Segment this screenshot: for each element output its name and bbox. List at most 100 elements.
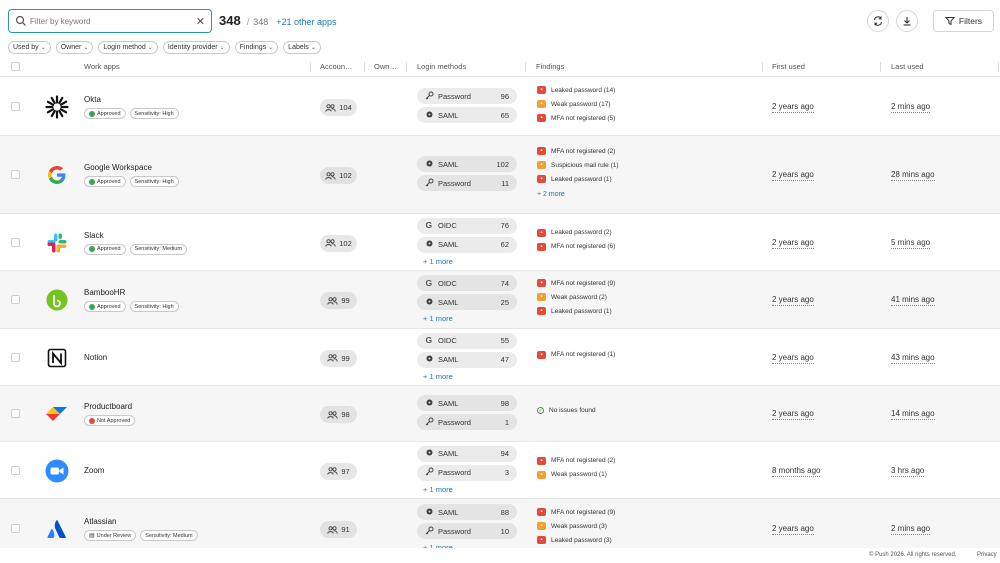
login-method-pill[interactable]: SAML 102 — [417, 156, 517, 172]
finding-item[interactable]: ▪ MFA not registered (2) — [537, 147, 615, 155]
login-method-pill[interactable]: SAML 88 — [417, 504, 517, 520]
search-input[interactable] — [30, 16, 196, 26]
app-name[interactable]: Okta — [84, 95, 101, 104]
chip-owner[interactable]: Owner ⌄ — [55, 41, 94, 54]
login-method-pill[interactable]: G OIDC 74 — [417, 275, 517, 291]
column-divider[interactable] — [762, 62, 763, 72]
select-all-checkbox[interactable] — [11, 62, 20, 71]
login-method-count: 74 — [500, 278, 509, 288]
accounts-pill[interactable]: 99 — [320, 292, 357, 309]
chip-used-by[interactable]: Used by ⌄ — [8, 41, 51, 54]
table-row[interactable]: Zoom 97 SAML 94 Password 3 + 1 more ▪ MFA n… — [0, 442, 1000, 499]
finding-item[interactable]: ✓ No issues found — [537, 407, 596, 414]
finding-item[interactable]: ▪ Leaked password (14) — [537, 86, 615, 94]
accounts-pill[interactable]: 102 — [320, 234, 357, 252]
search-box[interactable]: ✕ — [8, 9, 212, 33]
table-row[interactable]: Productboard Not Approved 98 SAML 98 Pass… — [0, 386, 1000, 442]
app-name[interactable]: Atlassian — [84, 517, 116, 526]
login-method-pill[interactable]: Password 1 — [417, 414, 517, 430]
finding-item[interactable]: ▪ Leaked password (1) — [537, 307, 612, 315]
finding-item[interactable]: ▪ Leaked password (1) — [537, 175, 612, 183]
table-row[interactable]: Slack Approved Sensitivity: Medium 102 G O… — [0, 214, 1000, 271]
login-method-pill[interactable]: Password 96 — [417, 88, 517, 104]
col-login-methods[interactable]: Login methods — [417, 62, 466, 71]
download-button[interactable] — [896, 10, 918, 32]
col-first-used[interactable]: First used — [772, 62, 805, 71]
row-checkbox[interactable] — [11, 170, 20, 179]
table-row[interactable]: Google Workspace Approved Sensitivity: Hig… — [0, 136, 1000, 214]
finding-item[interactable]: ▪ Weak password (2) — [537, 293, 607, 301]
table-row[interactable]: Okta Approved Sensitivity: High 104 Passwo… — [0, 78, 1000, 136]
column-divider[interactable] — [364, 62, 365, 72]
more-login-methods-link[interactable]: + 1 more — [423, 257, 453, 266]
column-divider[interactable] — [998, 62, 999, 72]
login-method-pill[interactable]: Password 11 — [417, 175, 517, 191]
finding-item[interactable]: ▪ MFA not registered (5) — [537, 114, 615, 122]
col-findings[interactable]: Findings — [536, 62, 564, 71]
chip-login-method[interactable]: Login method ⌄ — [98, 41, 158, 54]
finding-item[interactable]: ▪ Leaked password (2) — [537, 228, 612, 237]
login-method-pill[interactable]: SAML 65 — [417, 107, 517, 123]
login-method-pill[interactable]: SAML 94 — [417, 445, 517, 462]
app-name[interactable]: Productboard — [84, 402, 132, 411]
accounts-pill[interactable]: 102 — [320, 167, 357, 184]
row-checkbox[interactable] — [11, 409, 20, 418]
column-divider[interactable] — [880, 62, 881, 72]
app-name[interactable]: Notion — [84, 353, 107, 362]
col-last-used[interactable]: Last used — [891, 62, 924, 71]
login-method-pill[interactable]: G OIDC 55 — [417, 332, 517, 349]
row-checkbox[interactable] — [11, 352, 20, 362]
column-divider[interactable] — [525, 62, 526, 72]
finding-item[interactable]: ▪ MFA not registered (9) — [537, 508, 615, 516]
accounts-pill[interactable]: 97 — [320, 462, 357, 480]
app-name[interactable]: Slack — [84, 231, 104, 240]
finding-item[interactable]: ▪ MFA not registered (2) — [537, 456, 615, 465]
accounts-pill[interactable]: 91 — [320, 521, 357, 538]
row-checkbox[interactable] — [11, 524, 20, 533]
finding-item[interactable]: ▪ Suspicious mail rule (1) — [537, 161, 619, 169]
privacy-link[interactable]: Privacy — [977, 552, 997, 558]
row-checkbox[interactable] — [11, 295, 20, 304]
finding-item[interactable]: ▪ MFA not registered (6) — [537, 242, 615, 251]
more-login-methods-link[interactable]: + 1 more — [423, 314, 453, 323]
row-checkbox[interactable] — [11, 465, 20, 475]
accounts-pill[interactable]: 99 — [320, 349, 357, 367]
clear-icon[interactable]: ✕ — [196, 15, 205, 28]
chip-findings[interactable]: Findings ⌄ — [234, 41, 279, 54]
finding-item[interactable]: ▪ Weak password (17) — [537, 100, 611, 108]
more-login-methods-link[interactable]: + 1 more — [423, 485, 453, 494]
accounts-pill[interactable]: 98 — [320, 406, 357, 423]
login-method-pill[interactable]: Password 3 — [417, 464, 517, 481]
col-owners[interactable]: Own… — [374, 62, 397, 71]
column-divider[interactable] — [406, 62, 407, 72]
accounts-pill[interactable]: 104 — [320, 99, 357, 116]
login-method-pill[interactable]: SAML 62 — [417, 236, 517, 253]
filters-button[interactable]: Filters — [933, 10, 994, 32]
refresh-button[interactable] — [867, 10, 889, 32]
finding-item[interactable]: ▪ Leaked password (3) — [537, 536, 612, 544]
app-name[interactable]: BambooHR — [84, 288, 125, 297]
more-findings-link[interactable]: + 2 more — [537, 191, 565, 198]
finding-item[interactable]: ▪ MFA not registered (9) — [537, 279, 615, 287]
finding-item[interactable]: ▪ Weak password (1) — [537, 470, 607, 479]
row-checkbox[interactable] — [11, 237, 20, 247]
row-checkbox[interactable] — [11, 102, 20, 111]
finding-item[interactable]: ▪ MFA not registered (1) — [537, 350, 615, 359]
col-work-apps[interactable]: Work apps — [84, 62, 120, 71]
login-method-pill[interactable]: SAML 98 — [417, 395, 517, 411]
login-method-pill[interactable]: G OIDC 76 — [417, 217, 517, 234]
table-row[interactable]: Notion 99 G OIDC 55 SAML 47 + 1 more ▪ MFA … — [0, 329, 1000, 386]
chip-identity-provider[interactable]: Identity provider ⌄ — [162, 41, 230, 54]
app-name[interactable]: Google Workspace — [84, 163, 152, 172]
chip-labels[interactable]: Labels ⌄ — [283, 41, 321, 54]
login-method-pill[interactable]: Password 10 — [417, 523, 517, 539]
col-accounts[interactable]: Accoun… — [320, 62, 353, 71]
login-method-pill[interactable]: SAML 47 — [417, 351, 517, 368]
login-method-pill[interactable]: SAML 25 — [417, 294, 517, 310]
other-apps-link[interactable]: +21 other apps — [276, 17, 336, 27]
column-divider[interactable] — [310, 62, 311, 72]
finding-item[interactable]: ▪ Weak password (3) — [537, 522, 607, 530]
more-login-methods-link[interactable]: + 1 more — [423, 372, 453, 381]
table-row[interactable]: BambooHR Approved Sensitivity: High 99 G O… — [0, 271, 1000, 329]
app-name[interactable]: Zoom — [84, 466, 104, 475]
